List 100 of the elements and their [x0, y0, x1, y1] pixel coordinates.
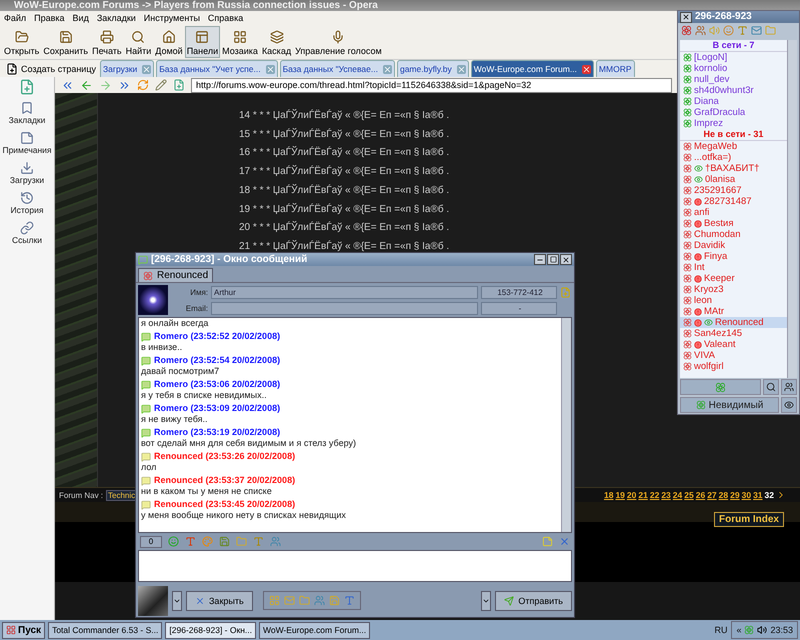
page-link[interactable]: 22 [650, 490, 660, 500]
page-link[interactable]: 31 [753, 490, 763, 500]
contact-item[interactable]: Valeant [680, 339, 787, 350]
contact-item[interactable]: †ВАХАБИТ† [680, 163, 787, 174]
browser-tab[interactable]: Загрузки [100, 60, 154, 77]
menu-item[interactable]: Инструменты [144, 12, 200, 24]
contact-item[interactable]: Davidik [680, 240, 787, 251]
side-panel-item[interactable]: История [10, 191, 44, 215]
page-link[interactable]: 19 [615, 490, 625, 500]
contact-item[interactable]: Bestия [680, 218, 787, 229]
page-link[interactable]: 18 [604, 490, 614, 500]
browser-tab[interactable]: game.byfly.by [396, 60, 469, 77]
contact-item[interactable]: sh4d0whunt3r [680, 85, 787, 96]
close-button[interactable] [560, 254, 572, 265]
contact-item[interactable]: Kryoz3 [680, 284, 787, 295]
menu-item[interactable]: Вид [72, 12, 89, 24]
page-link[interactable]: 30 [742, 490, 752, 500]
start-button[interactable]: Пуск [2, 622, 46, 638]
browser-tab[interactable]: MMORP [596, 60, 635, 77]
side-panel-item[interactable]: Загрузки [10, 161, 44, 185]
status-button[interactable]: Невидимый [680, 397, 779, 413]
contact-item[interactable]: Imprez [680, 118, 787, 129]
contact-item[interactable]: San4ez145 [680, 328, 787, 339]
menu-item[interactable]: Файл [4, 12, 26, 24]
menu-item[interactable]: Правка [34, 12, 65, 24]
page-link[interactable]: 23 [661, 490, 671, 500]
toolbar-button[interactable]: Каскад [260, 26, 294, 58]
taskbar-button[interactable]: WoW-Europe.com Forum... [258, 622, 370, 638]
tab-close-button[interactable] [582, 64, 591, 74]
taskbar-button[interactable]: [296-268-923] - Окн... [165, 622, 256, 638]
settings-button[interactable] [781, 379, 797, 395]
contact-item[interactable]: 235291667 [680, 185, 787, 196]
contact-item[interactable]: anfi [680, 207, 787, 218]
contact-item[interactable]: MAtr [680, 306, 787, 317]
contact-item[interactable]: 282731487 [680, 196, 787, 207]
toolbar-button[interactable]: Панели [184, 26, 220, 58]
message-input[interactable] [138, 550, 572, 582]
window-title: 296-268-923 [695, 11, 752, 23]
page-link[interactable]: 20 [626, 490, 636, 500]
language-indicator[interactable]: RU [714, 625, 728, 635]
page-link[interactable]: 25 [684, 490, 694, 500]
side-panel-item[interactable]: Закладки [8, 101, 46, 125]
page-link[interactable]: 28 [718, 490, 728, 500]
link-icon [20, 221, 34, 235]
toolbar-button[interactable]: Управление голосом [293, 26, 384, 58]
close-icon [142, 64, 152, 74]
close-button[interactable] [680, 12, 692, 22]
scrollbar[interactable] [561, 318, 571, 532]
forum-index-button[interactable]: Forum Index [714, 512, 784, 527]
search-button[interactable] [763, 379, 779, 395]
toolbar-button[interactable]: Печать [90, 26, 124, 58]
contact-item[interactable]: Keeper [680, 273, 787, 284]
forum-nav-select[interactable]: Technic [106, 490, 136, 500]
contact-item[interactable]: MegaWeb [680, 141, 787, 152]
toolbar-button[interactable]: Мозаика [220, 26, 260, 58]
page-link[interactable]: 24 [672, 490, 682, 500]
side-panel-item[interactable]: Примечания [2, 131, 52, 155]
maximize-button[interactable] [547, 254, 559, 265]
contact-item[interactable]: Diana [680, 96, 787, 107]
dropdown-button[interactable] [481, 590, 492, 610]
contact-item[interactable]: 0lanisa [680, 174, 787, 185]
browser-tab[interactable]: База данных "Успевае... [280, 60, 395, 77]
contact-item[interactable]: ...otfka=) [680, 152, 787, 163]
new-page-button[interactable]: Создать страницу [4, 60, 98, 77]
page-link[interactable]: 21 [638, 490, 648, 500]
contact-item[interactable]: kornolio [680, 63, 787, 74]
send-button[interactable]: Отправить [495, 590, 572, 610]
contact-item[interactable]: null_dev [680, 74, 787, 85]
contact-item[interactable]: Finya [680, 251, 787, 262]
page-link[interactable]: 29 [730, 490, 740, 500]
contact-item[interactable]: GrafDracula [680, 107, 787, 118]
profile-button[interactable] [781, 397, 797, 413]
browser-tab[interactable]: WoW-Europe.com Forum... [470, 60, 594, 77]
menu-item[interactable]: Справка [208, 12, 244, 24]
address-field[interactable]: http://forums.wow-europe.com/thread.html?topicId=1152646338&sid=1&pageNo=32 [191, 78, 672, 92]
toolbar-button[interactable]: Найти [124, 26, 154, 58]
contact-item[interactable]: [LogoN] [680, 52, 787, 63]
taskbar-button[interactable]: Total Commander 6.53 - S... [48, 622, 162, 638]
tray-toggle[interactable]: « [736, 625, 742, 635]
side-panel-item[interactable]: Ссылки [12, 221, 42, 245]
close-button[interactable]: Закрыть [186, 590, 253, 610]
page-link[interactable]: 27 [707, 490, 717, 500]
contact-item[interactable]: VIVA [680, 350, 787, 361]
contact-item[interactable]: wolfgirl [680, 361, 787, 372]
toolbar-button[interactable]: Открыть [2, 26, 42, 58]
contact-tab[interactable]: Renounced [138, 268, 214, 282]
minimize-button[interactable] [534, 254, 546, 265]
page-link[interactable]: 26 [696, 490, 706, 500]
scrollbar[interactable] [787, 40, 797, 378]
contact-item[interactable]: Chumodan [680, 229, 787, 240]
page-link[interactable]: 32 [764, 490, 774, 500]
contact-item[interactable]: Int [680, 262, 787, 273]
flower-icon [683, 142, 692, 151]
toolbar-button[interactable]: Сохранить [41, 26, 90, 58]
dropdown-button[interactable] [172, 590, 182, 610]
menu-item[interactable]: Закладки [96, 12, 136, 24]
panels-icon [195, 30, 210, 44]
browser-tab[interactable]: База данных "Учет успе... [156, 60, 278, 77]
contact-item[interactable]: leon [680, 295, 787, 306]
toolbar-button[interactable]: Домой [153, 26, 185, 58]
